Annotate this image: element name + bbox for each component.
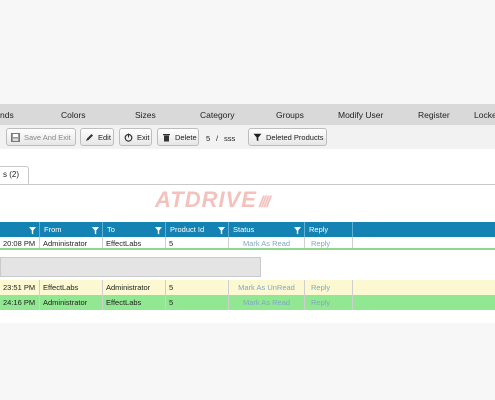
menu-item-colors[interactable]: Colors (61, 110, 86, 120)
deleted-products-button[interactable]: Deleted Products (248, 128, 327, 146)
save-and-exit-label: Save And Exit (24, 132, 71, 142)
row-detail-panel (0, 257, 261, 277)
menu-item-category[interactable]: Category (200, 110, 235, 120)
column-header-date[interactable] (0, 222, 40, 237)
tab-strip: s (2) (0, 164, 495, 185)
table-row[interactable]: 20:08 PM Administrator EffectLabs 5 Mark… (0, 237, 495, 250)
save-and-exit-button[interactable]: Save And Exit (6, 128, 76, 146)
pager-total: sss (224, 134, 236, 143)
deleted-products-label: Deleted Products (266, 132, 324, 142)
atdrive-logo: ATDRIVE//// (155, 187, 271, 213)
menu-item-locked[interactable]: Locke (474, 110, 495, 120)
toolbar: Save And Exit Edit Exit Delete 5 / sss D… (0, 125, 495, 149)
cell-from: Administrator (40, 295, 103, 310)
cell-time: 20:08 PM (0, 237, 40, 248)
cell-time: 24:16 PM (0, 295, 40, 310)
menu-item-brands[interactable]: nds (0, 110, 14, 120)
mark-read-link[interactable]: Mark As Read (229, 237, 305, 248)
grid-header: From To Product Id Status Reply (0, 222, 495, 237)
cell-to: EffectLabs (103, 237, 166, 248)
logo-stripes-icon: //// (258, 194, 271, 211)
menu-item-register[interactable]: Register (418, 110, 450, 120)
pager-current: 5 (206, 134, 211, 143)
row-detail-container (0, 251, 495, 279)
pager-separator: / (216, 134, 219, 143)
mark-read-link[interactable]: Mark As Read (229, 295, 305, 310)
pencil-icon (85, 133, 94, 142)
cell-product-id: 5 (166, 295, 229, 310)
cell-from: Administrator (40, 237, 103, 248)
top-menu-bar: nds Colors Sizes Category Groups Modify … (0, 104, 495, 126)
tab-messages[interactable]: s (2) (0, 166, 29, 184)
exit-button[interactable]: Exit (119, 128, 152, 146)
reply-link[interactable]: Reply (305, 280, 353, 295)
column-header-to[interactable]: To (103, 222, 166, 237)
cell-product-id: 5 (166, 237, 229, 248)
edit-label: Edit (98, 132, 111, 142)
cell-to: Administrator (103, 280, 166, 295)
column-header-product-id[interactable]: Product Id (166, 222, 229, 237)
cell-from: EffectLabs (40, 280, 103, 295)
column-header-reply[interactable]: Reply (305, 222, 353, 237)
column-header-from[interactable]: From (40, 222, 103, 237)
cell-product-id: 5 (166, 280, 229, 295)
trash-icon (162, 133, 171, 142)
delete-button[interactable]: Delete (157, 128, 199, 146)
filter-icon (253, 133, 262, 142)
power-icon (124, 133, 133, 142)
logo-text: ATDRIVE (155, 187, 257, 212)
cell-to: EffectLabs (103, 295, 166, 310)
menu-item-modify-user[interactable]: Modify User (338, 110, 383, 120)
menu-item-groups[interactable]: Groups (276, 110, 304, 120)
menu-item-sizes[interactable]: Sizes (135, 110, 156, 120)
reply-link[interactable]: Reply (305, 237, 353, 248)
save-icon (11, 132, 20, 142)
mark-unread-link[interactable]: Mark As UnRead (229, 280, 305, 295)
reply-link[interactable]: Reply (305, 295, 353, 310)
table-row[interactable]: 24:16 PM Administrator EffectLabs 5 Mark… (0, 295, 495, 310)
delete-label: Delete (175, 132, 197, 142)
exit-label: Exit (137, 132, 150, 142)
column-header-status[interactable]: Status (229, 222, 305, 237)
table-row[interactable]: 23:51 PM EffectLabs Administrator 5 Mark… (0, 280, 495, 295)
cell-time: 23:51 PM (0, 280, 40, 295)
edit-button[interactable]: Edit (80, 128, 114, 146)
